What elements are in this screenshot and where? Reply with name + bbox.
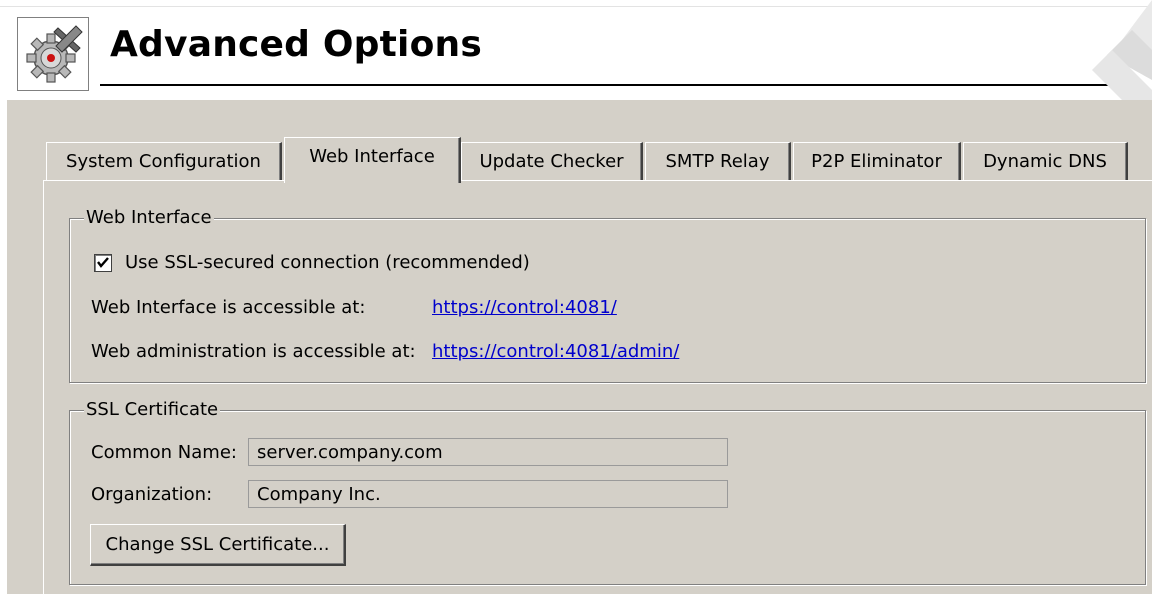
tab-p2p-eliminator[interactable]: P2P Eliminator xyxy=(793,142,961,182)
tab-web-interface[interactable]: Web Interface xyxy=(284,137,461,183)
tab-label: P2P Eliminator xyxy=(811,151,942,172)
ssl-certificate-group-label: SSL Certificate xyxy=(84,398,221,422)
tab-label: Update Checker xyxy=(479,151,624,172)
web-access-link[interactable]: https://control:4081/ xyxy=(432,297,617,318)
common-name-label: Common Name: xyxy=(91,442,237,463)
change-ssl-certificate-button[interactable]: Change SSL Certificate... xyxy=(90,524,346,566)
tab-system-configuration[interactable]: System Configuration xyxy=(46,142,282,182)
web-access-label: Web Interface is accessible at: xyxy=(91,297,366,318)
header: Advanced Options xyxy=(0,0,1152,100)
organization-label: Organization: xyxy=(91,484,213,505)
admin-access-label: Web administration is accessible at: xyxy=(91,341,416,362)
gear-tools-icon xyxy=(17,17,89,91)
checkmark-icon xyxy=(97,257,109,268)
organization-field: Company Inc. xyxy=(248,480,728,508)
tab-label: Web Interface xyxy=(309,146,435,167)
tab-update-checker[interactable]: Update Checker xyxy=(461,142,643,182)
admin-access-link[interactable]: https://control:4081/admin/ xyxy=(432,341,679,362)
web-interface-group-label: Web Interface xyxy=(84,206,214,230)
tab-dynamic-dns[interactable]: Dynamic DNS xyxy=(963,142,1128,182)
tab-label: SMTP Relay xyxy=(665,151,770,172)
kerio-logo-icon xyxy=(1052,0,1152,105)
ssl-checkbox[interactable] xyxy=(94,254,112,272)
common-name-field: server.company.com xyxy=(248,438,728,466)
title-underline xyxy=(100,84,1140,86)
ssl-checkbox-label[interactable]: Use SSL-secured connection (recommended) xyxy=(125,252,530,273)
tab-label: System Configuration xyxy=(66,151,261,172)
tab-smtp-relay[interactable]: SMTP Relay xyxy=(645,142,791,182)
tab-label: Dynamic DNS xyxy=(983,151,1107,172)
top-divider xyxy=(0,6,1152,7)
page-title: Advanced Options xyxy=(110,24,482,65)
